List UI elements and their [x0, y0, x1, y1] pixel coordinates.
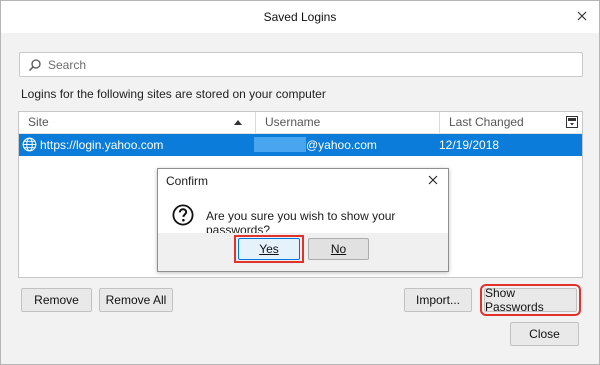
row-username: @yahoo.com [306, 138, 377, 152]
column-header-site[interactable]: Site [19, 112, 255, 133]
question-icon [172, 204, 194, 226]
column-header-label: Site [28, 115, 49, 129]
sort-ascending-icon [234, 120, 242, 125]
show-passwords-button[interactable]: Show Passwords [480, 284, 581, 316]
yes-label: Yes [259, 242, 279, 256]
no-label: No [330, 242, 347, 256]
yes-button[interactable]: Yes [238, 238, 300, 260]
show-passwords-label: Show Passwords [485, 286, 544, 314]
close-button[interactable]: Close [510, 322, 579, 346]
close-icon[interactable] [426, 173, 440, 187]
title-bar: Saved Logins [1, 1, 599, 33]
globe-icon [22, 137, 37, 152]
table-header: Site Username Last Changed [19, 112, 582, 134]
import-label: Import... [415, 293, 460, 307]
window-title: Saved Logins [263, 10, 337, 24]
table-row[interactable]: https://login.yahoo.com @yahoo.com 12/19… [19, 134, 582, 156]
close-icon[interactable] [573, 7, 591, 25]
import-button[interactable]: Import... [404, 288, 472, 312]
row-site: https://login.yahoo.com [40, 138, 164, 152]
column-picker-icon[interactable] [566, 116, 578, 128]
redacted-username [254, 137, 306, 152]
confirm-footer: Yes No [158, 233, 448, 271]
saved-logins-window: Saved Logins Logins for the following si… [0, 0, 600, 365]
confirm-title: Confirm [166, 174, 209, 188]
column-header-last-changed[interactable]: Last Changed [439, 112, 567, 133]
info-text: Logins for the following sites are store… [21, 87, 326, 101]
search-input[interactable] [46, 55, 566, 74]
search-icon [28, 58, 42, 72]
remove-button[interactable]: Remove [21, 288, 92, 312]
row-last-changed: 12/19/2018 [439, 138, 500, 152]
search-field[interactable] [19, 52, 583, 77]
confirm-title-bar: Confirm [158, 169, 448, 193]
confirm-dialog: Confirm Are you sure you wish to show yo… [157, 168, 449, 272]
no-button[interactable]: No [308, 238, 369, 260]
remove-all-label: Remove All [105, 293, 167, 307]
close-label: Close [529, 327, 560, 341]
confirm-body: Are you sure you wish to show your passw… [158, 193, 448, 237]
column-header-label: Last Changed [449, 115, 524, 129]
remove-all-button[interactable]: Remove All [99, 288, 173, 312]
column-header-username[interactable]: Username [255, 112, 439, 133]
column-header-label: Username [265, 115, 321, 129]
remove-label: Remove [34, 293, 79, 307]
